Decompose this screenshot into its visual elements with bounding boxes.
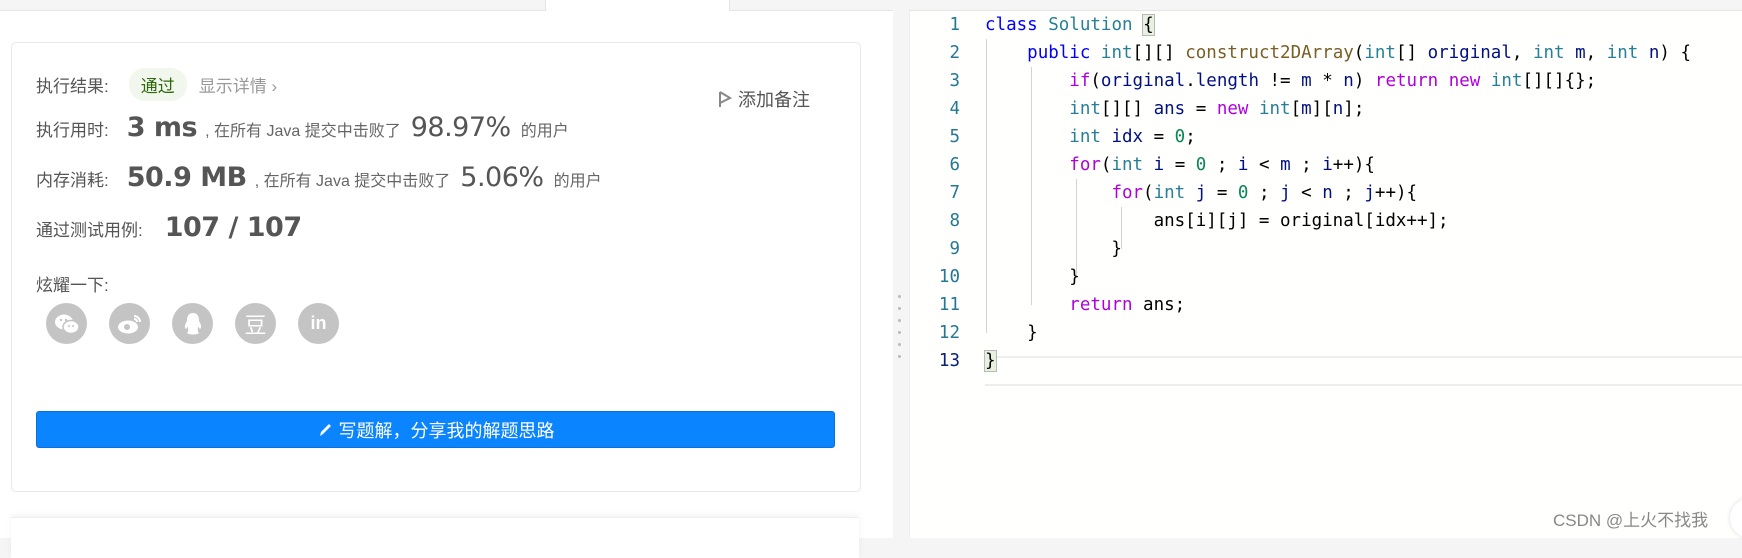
result-card: 执行结果: 通过 显示详情 › 添加备注 执行用时: 3 ms , 在所有 Ja… bbox=[11, 42, 861, 492]
line-number: 12 bbox=[938, 323, 960, 343]
line-number: 9 bbox=[949, 239, 960, 259]
pencil-icon bbox=[319, 423, 331, 436]
memory-percent: 5.06% bbox=[460, 162, 544, 193]
runtime-percent: 98.97% bbox=[410, 112, 511, 143]
share-icons: 豆 in bbox=[46, 303, 339, 344]
code-line: 3 if(original.length != m * n) return ne… bbox=[910, 67, 1742, 95]
code-line: 10 } bbox=[910, 263, 1742, 291]
runtime-label: 执行用时: bbox=[36, 121, 109, 140]
line-number: 7 bbox=[949, 183, 960, 203]
handle-dot bbox=[898, 319, 901, 322]
editor-top-strip bbox=[909, 0, 1742, 11]
watermark: CSDN @上火不找我 bbox=[1553, 511, 1709, 530]
handle-dot bbox=[898, 343, 901, 346]
code-line: 5 int idx = 0; bbox=[910, 123, 1742, 151]
show-details-link[interactable]: 显示详情 › bbox=[199, 72, 277, 97]
exec-result-label: 执行结果: bbox=[36, 77, 109, 96]
testcases-row: 通过测试用例: 107 / 107 bbox=[36, 212, 302, 243]
memory-suffix: 的用户 bbox=[553, 173, 602, 190]
weibo-icon[interactable] bbox=[109, 303, 150, 344]
add-note-label: 添加备注 bbox=[738, 90, 810, 110]
line-number: 1 bbox=[949, 15, 960, 35]
douban-icon[interactable]: 豆 bbox=[235, 303, 276, 344]
handle-dot bbox=[898, 331, 901, 334]
line-number: 10 bbox=[938, 267, 960, 287]
flag-icon bbox=[719, 91, 732, 107]
code-line: 1 class Solution { bbox=[910, 11, 1742, 39]
qq-icon[interactable] bbox=[172, 303, 213, 344]
memory-text: , 在所有 Java 提交中击败了 bbox=[254, 173, 451, 190]
line-number: 3 bbox=[949, 71, 960, 91]
share-row: 炫耀一下: bbox=[36, 271, 109, 296]
tab-bar bbox=[0, 0, 893, 11]
line-number: 6 bbox=[949, 155, 960, 175]
code-line: 11 return ans; bbox=[910, 291, 1742, 319]
wechat-icon[interactable] bbox=[46, 303, 87, 344]
status-badge: 通过 bbox=[128, 68, 187, 101]
linkedin-icon[interactable]: in bbox=[298, 303, 339, 344]
line-number: 5 bbox=[949, 127, 960, 147]
code-line: 6 for(int i = 0 ; i < m ; i++){ bbox=[910, 151, 1742, 179]
line-number: 13 bbox=[938, 351, 960, 371]
code-line: 8 ans[i][j] = original[idx++]; bbox=[910, 207, 1742, 235]
pane-resize-handle[interactable] bbox=[893, 0, 909, 538]
code-line: 4 int[][] ans = new int[m][n]; bbox=[910, 95, 1742, 123]
memory-label: 内存消耗: bbox=[36, 171, 109, 190]
memory-row: 内存消耗: 50.9 MB , 在所有 Java 提交中击败了 5.06% 的用… bbox=[36, 162, 602, 193]
share-label: 炫耀一下: bbox=[36, 276, 109, 295]
submission-result-pane: 执行结果: 通过 显示详情 › 添加备注 执行用时: 3 ms , 在所有 Ja… bbox=[0, 11, 893, 558]
code-line: 9 } bbox=[910, 235, 1742, 263]
runtime-suffix: 的用户 bbox=[520, 123, 569, 140]
testcases-label: 通过测试用例: bbox=[36, 221, 143, 240]
testcases-value: 107 / 107 bbox=[164, 212, 302, 243]
active-tab[interactable] bbox=[545, 0, 730, 11]
handle-dot bbox=[898, 295, 901, 298]
code-line: 12 } bbox=[910, 319, 1742, 347]
memory-value: 50.9 MB bbox=[126, 162, 247, 193]
handle-dot bbox=[898, 355, 901, 358]
douban-glyph: 豆 bbox=[244, 312, 267, 338]
runtime-value: 3 ms bbox=[126, 112, 198, 143]
line-number: 2 bbox=[949, 43, 960, 63]
code-line: 2 public int[][] construct2DArray(int[] … bbox=[910, 39, 1742, 67]
line-number: 8 bbox=[949, 211, 960, 231]
exec-result-row: 执行结果: 通过 显示详情 › bbox=[36, 68, 277, 101]
code-editor[interactable]: 1 class Solution { 2 public int[][] const… bbox=[909, 11, 1742, 538]
handle-dot bbox=[898, 307, 901, 310]
code-line: 7 for(int j = 0 ; j < n ; j++){ bbox=[910, 179, 1742, 207]
line-number: 4 bbox=[949, 99, 960, 119]
runtime-row: 执行用时: 3 ms , 在所有 Java 提交中击败了 98.97% 的用户 bbox=[36, 112, 569, 143]
linkedin-glyph: in bbox=[310, 313, 327, 333]
add-note-button[interactable]: 添加备注 bbox=[718, 86, 810, 112]
runtime-text: , 在所有 Java 提交中击败了 bbox=[205, 123, 401, 140]
line-number: 11 bbox=[938, 295, 960, 315]
code-line: 13} bbox=[910, 347, 1742, 375]
write-solution-label: 写题解，分享我的解题思路 bbox=[338, 420, 555, 441]
write-solution-button[interactable]: 写题解，分享我的解题思路 bbox=[36, 411, 835, 448]
